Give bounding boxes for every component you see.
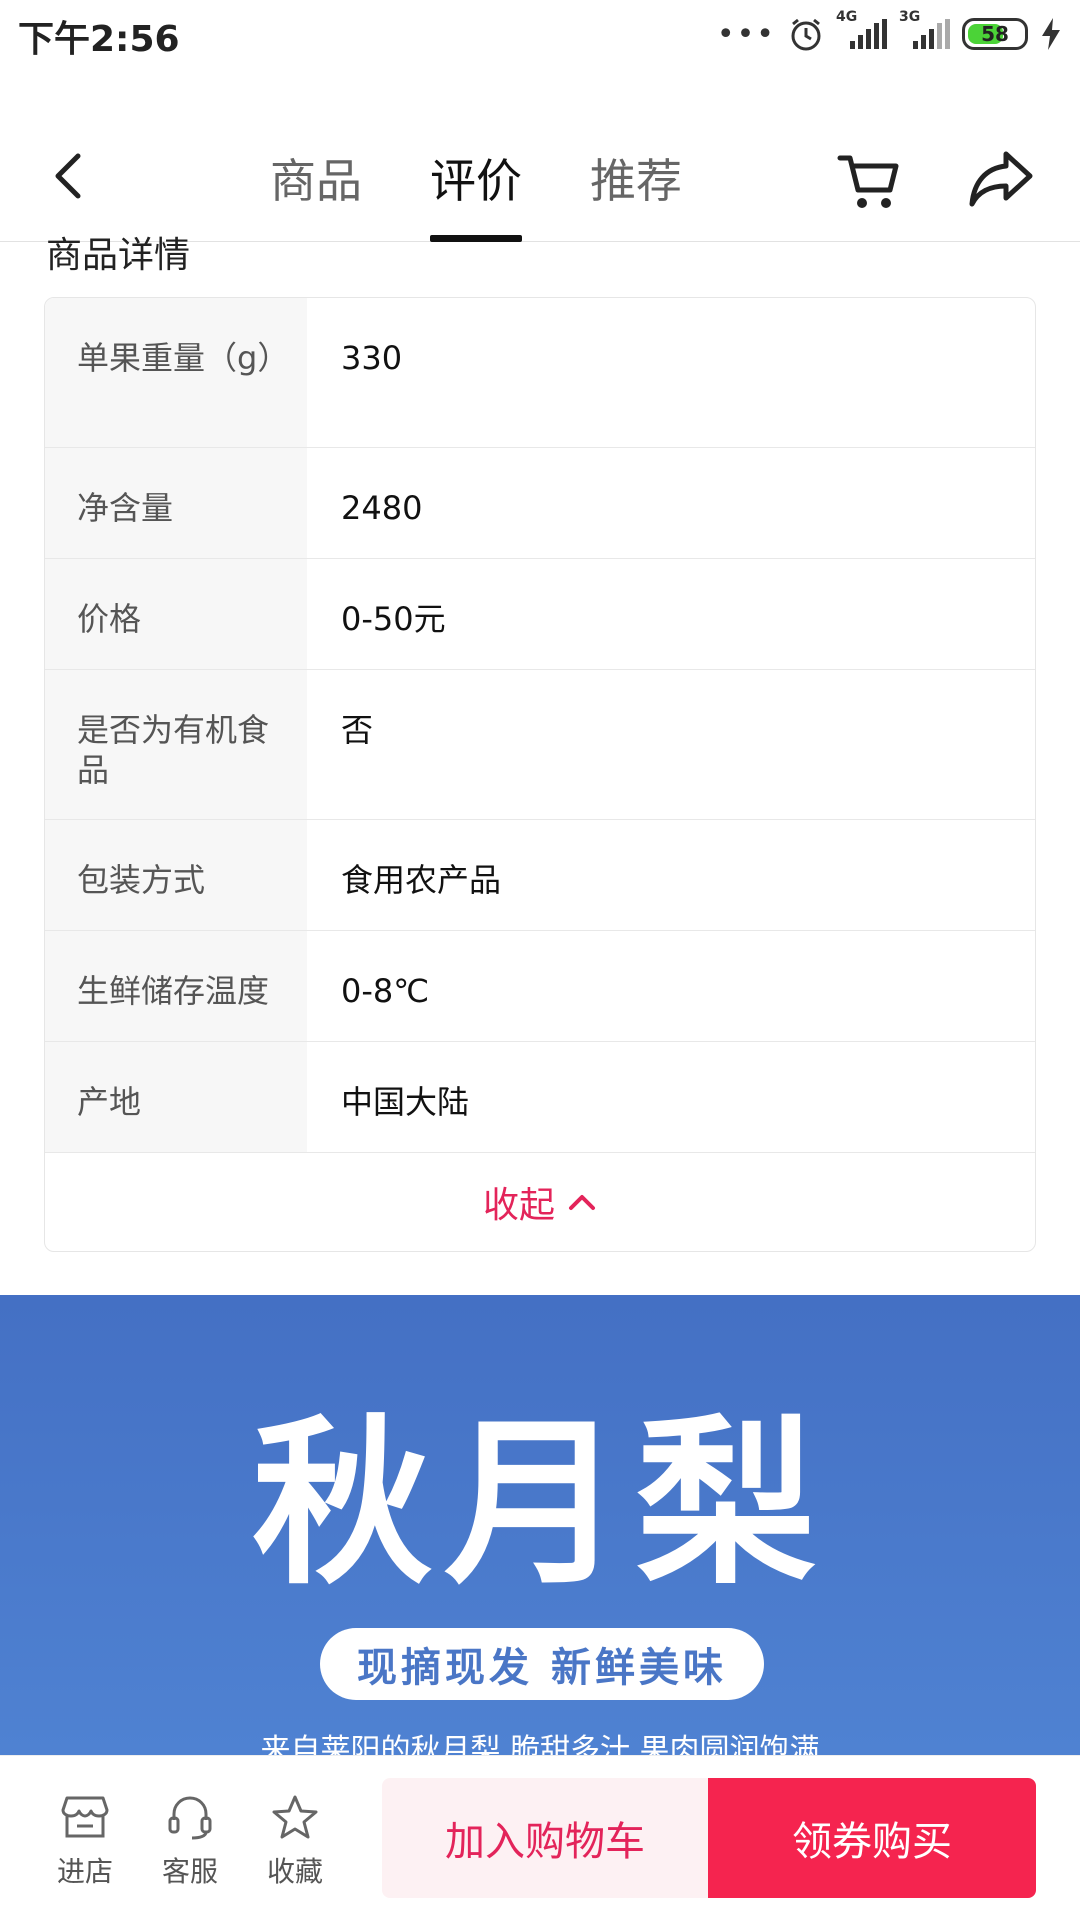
- spec-row: 净含量 2480: [45, 448, 1035, 559]
- bottom-action-bar: 进店 客服 收藏 加入购物车 领券购买: [0, 1755, 1080, 1920]
- spec-value: 0-8℃: [341, 972, 430, 1010]
- section-title: 商品详情: [46, 235, 191, 276]
- customer-service-button[interactable]: 客服: [145, 1794, 235, 1890]
- store-label: 进店: [56, 1855, 113, 1888]
- collapse-label: 收起: [482, 1185, 555, 1226]
- signal-3g-icon: 3G: [899, 9, 950, 49]
- favorite-label: 收藏: [266, 1855, 323, 1888]
- tab-reviews[interactable]: 评价: [430, 120, 522, 242]
- collapse-button[interactable]: 收起: [45, 1153, 1035, 1251]
- tab-product[interactable]: 商品: [270, 120, 362, 242]
- spec-value: 食用农产品: [341, 861, 502, 899]
- spec-row: 单果重量（g） 330: [45, 298, 1035, 448]
- banner-title: 秋月梨: [251, 1400, 828, 1609]
- spec-value: 2480: [341, 489, 423, 527]
- spec-key: 是否为有机食品: [45, 670, 307, 819]
- star-icon: [272, 1795, 318, 1839]
- status-bar: 下午2:56 ••• 4G 3G 58: [0, 0, 1080, 70]
- spec-row: 生鲜储存温度 0-8℃: [45, 931, 1035, 1042]
- spec-key: 净含量: [45, 448, 307, 558]
- buy-with-coupon-button[interactable]: 领券购买: [708, 1778, 1036, 1898]
- spec-key: 产地: [45, 1042, 307, 1152]
- back-arrow-icon[interactable]: [42, 146, 102, 206]
- store-button[interactable]: 进店: [40, 1794, 130, 1890]
- spec-table: 单果重量（g） 330 净含量 2480 价格 0-50元 是否为有机食品 否 …: [44, 297, 1036, 1252]
- spec-row: 包装方式 食用农产品: [45, 820, 1035, 931]
- spec-key: 包装方式: [45, 820, 307, 930]
- favorite-button[interactable]: 收藏: [250, 1794, 340, 1890]
- nav-header: 商品 评价 推荐: [0, 120, 1080, 242]
- headset-icon: [168, 1796, 212, 1840]
- spec-value: 330: [341, 339, 403, 377]
- banner-subtitle: 来自莱阳的秋月梨 脆甜多汁 果肉圆润饱满: [260, 1733, 820, 1755]
- status-time: 下午2:56: [18, 19, 180, 60]
- chevron-up-icon: [569, 1195, 595, 1210]
- add-to-cart-button[interactable]: 加入购物车: [382, 1778, 708, 1898]
- store-icon: [61, 1796, 109, 1838]
- battery-icon: 58: [962, 18, 1028, 50]
- product-banner: 秋月梨 现摘现发 新鲜美味 来自莱阳的秋月梨 脆甜多汁 果肉圆润饱满: [0, 1295, 1080, 1755]
- status-icons: ••• 4G 3G 58: [716, 9, 1062, 56]
- spec-key: 单果重量（g）: [45, 298, 307, 447]
- service-label: 客服: [161, 1855, 218, 1888]
- tab-recommend[interactable]: 推荐: [590, 120, 682, 242]
- spec-row: 产地 中国大陆: [45, 1042, 1035, 1153]
- spec-value: 0-50元: [341, 600, 446, 638]
- spec-row: 价格 0-50元: [45, 559, 1035, 670]
- alarm-clock-icon: [791, 18, 821, 51]
- share-icon[interactable]: [966, 148, 1036, 210]
- signal-4g-icon: 4G: [836, 9, 887, 49]
- banner-pill: 现摘现发 新鲜美味: [320, 1628, 764, 1700]
- more-dots-icon: •••: [716, 16, 776, 52]
- nav-tabs: 商品 评价 推荐: [270, 120, 682, 242]
- spec-value: 否: [341, 711, 374, 749]
- cart-icon[interactable]: [836, 150, 902, 212]
- spec-value: 中国大陆: [341, 1083, 470, 1121]
- charging-bolt-icon: [1042, 18, 1060, 50]
- spec-row: 是否为有机食品 否: [45, 670, 1035, 820]
- spec-key: 价格: [45, 559, 307, 669]
- spec-key: 生鲜储存温度: [45, 931, 307, 1041]
